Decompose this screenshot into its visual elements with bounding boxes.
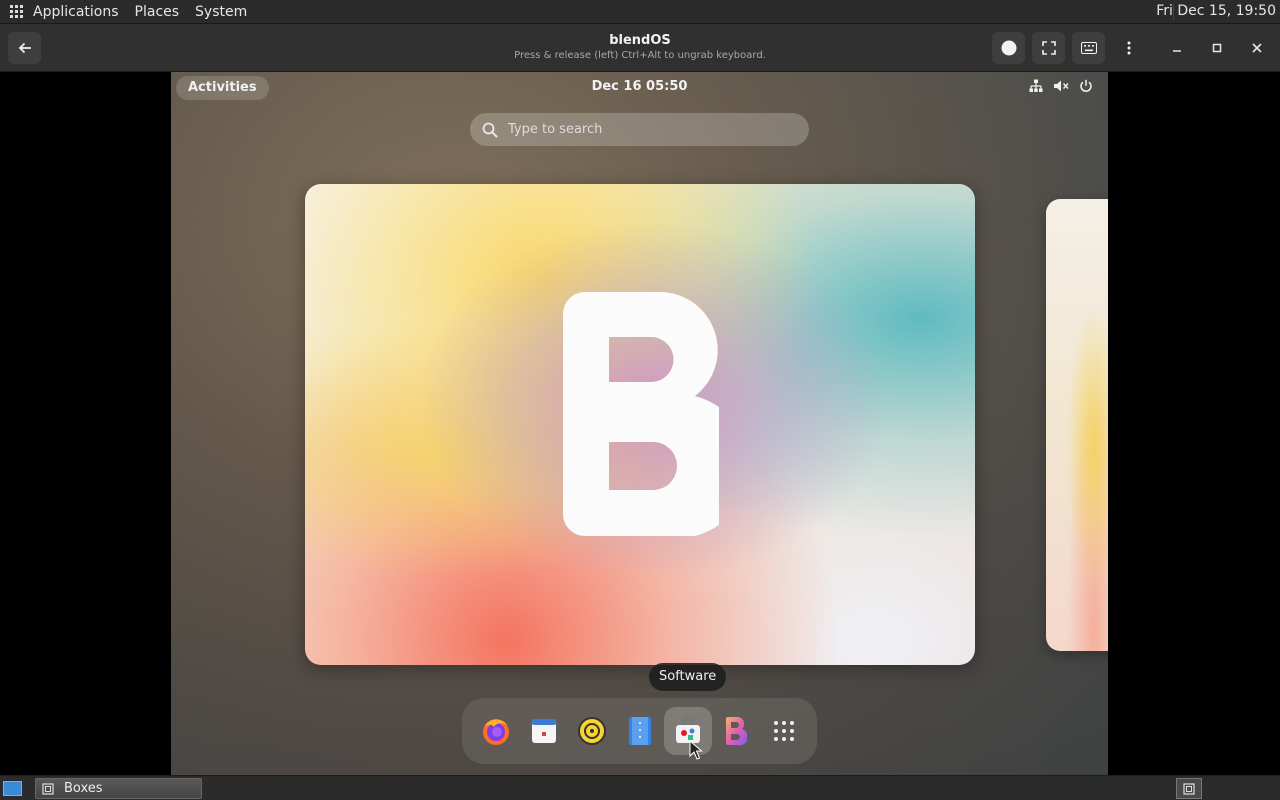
- minimize-button[interactable]: [1167, 38, 1187, 58]
- maximize-icon: [1212, 43, 1222, 53]
- rhythmbox-icon[interactable]: [568, 707, 616, 755]
- kebab-menu-icon: [1127, 41, 1130, 55]
- menu-system[interactable]: System: [195, 4, 247, 20]
- close-button[interactable]: [1247, 38, 1267, 58]
- mouse-pointer-icon: [689, 740, 703, 760]
- boxes-app-icon: [42, 782, 54, 795]
- search-input[interactable]: [508, 122, 788, 137]
- boxes-headerbar: blendOS Press & release (left) Ctrl+Alt …: [0, 24, 1280, 72]
- record-button[interactable]: [992, 32, 1025, 64]
- guest-system-tray[interactable]: [1028, 78, 1094, 94]
- blendos-logo: [563, 292, 719, 536]
- guest-clock[interactable]: Dec 16 05:50: [171, 79, 1108, 94]
- search-icon: [482, 122, 498, 138]
- power-icon[interactable]: [1078, 78, 1094, 94]
- blend-icon[interactable]: [712, 707, 760, 755]
- search-entry[interactable]: [470, 113, 809, 146]
- menu-places[interactable]: Places: [135, 4, 180, 20]
- app-grid-icon[interactable]: [760, 707, 808, 755]
- taskbar-item-boxes[interactable]: Boxes: [35, 778, 202, 799]
- fullscreen-icon: [1041, 41, 1056, 55]
- workspace-icon: [1183, 782, 1195, 795]
- network-icon[interactable]: [1028, 78, 1044, 94]
- host-clock[interactable]: Fri Dec 15, 19:50: [1156, 3, 1276, 19]
- vm-display[interactable]: Activities Dec 16 05:50 Software: [171, 72, 1108, 775]
- workspace-switcher[interactable]: [1176, 778, 1202, 799]
- show-desktop-button[interactable]: [3, 781, 22, 796]
- dash-tooltip: Software: [649, 663, 727, 691]
- volume-muted-icon[interactable]: [1053, 78, 1069, 94]
- maximize-button[interactable]: [1207, 38, 1227, 58]
- applications-grid-icon[interactable]: [10, 4, 24, 19]
- keyboard-button[interactable]: [1072, 32, 1105, 64]
- keyboard-icon: [1080, 42, 1097, 54]
- host-top-panel: Applications Places System Fri Dec 15, 1…: [0, 0, 1280, 24]
- firefox-icon[interactable]: [472, 707, 520, 755]
- workspace-thumbnail-2[interactable]: [1046, 199, 1108, 651]
- dash: [462, 698, 817, 764]
- close-icon: [1252, 43, 1262, 53]
- host-bottom-panel: Boxes: [0, 775, 1280, 800]
- record-icon: [1001, 40, 1016, 56]
- minimize-icon: [1173, 50, 1181, 52]
- menu-applications[interactable]: Applications: [33, 4, 119, 20]
- workspace-thumbnail-1[interactable]: [305, 184, 975, 665]
- taskbar-item-label: Boxes: [64, 781, 103, 796]
- software-icon[interactable]: [664, 707, 712, 755]
- files-icon[interactable]: [616, 707, 664, 755]
- fullscreen-button[interactable]: [1032, 32, 1065, 64]
- menu-button[interactable]: [1112, 32, 1145, 64]
- calendar-icon[interactable]: [520, 707, 568, 755]
